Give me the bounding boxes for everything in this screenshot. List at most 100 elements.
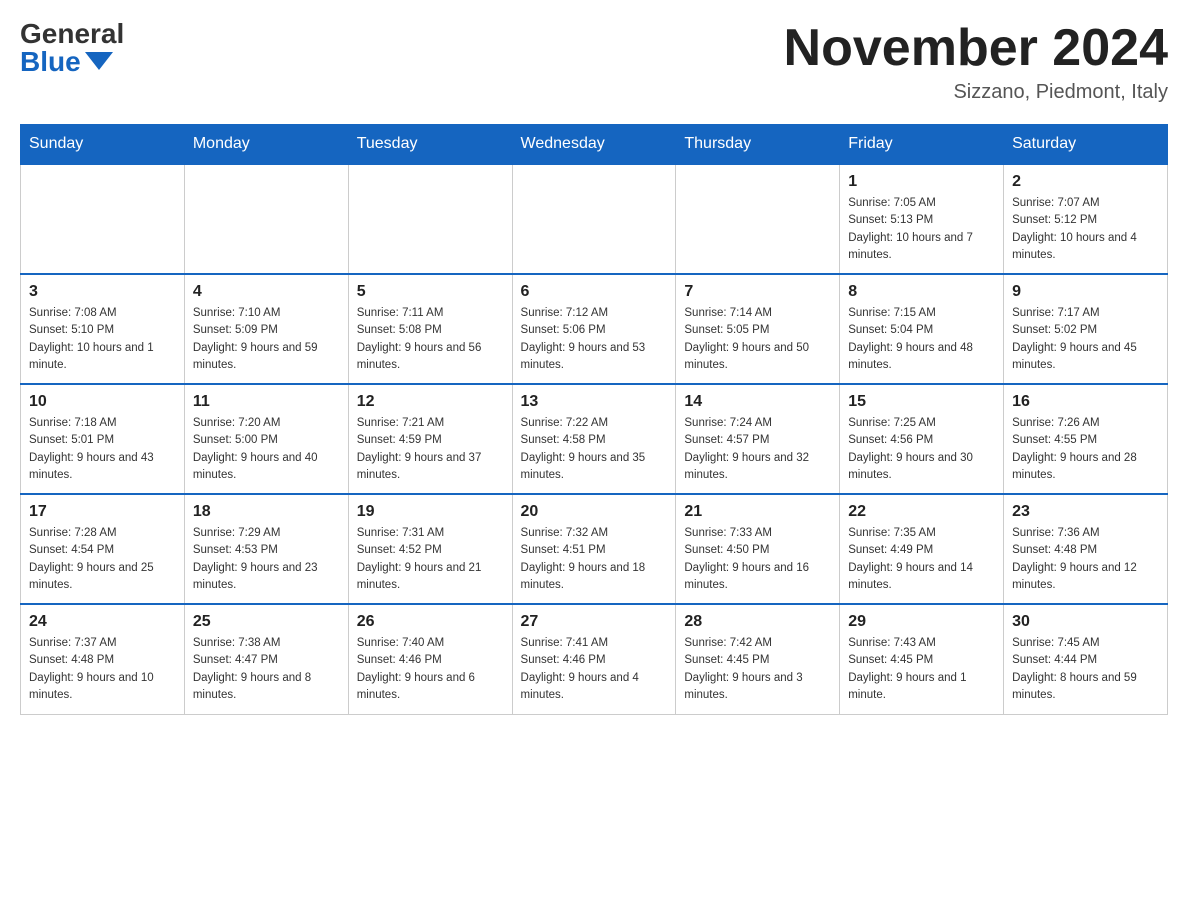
logo-arrow-icon (85, 52, 113, 70)
calendar-week-row: 17Sunrise: 7:28 AMSunset: 4:54 PMDayligh… (21, 494, 1168, 604)
weekday-header-wednesday: Wednesday (512, 125, 676, 165)
day-info: Sunrise: 7:36 AMSunset: 4:48 PMDaylight:… (1012, 525, 1159, 594)
weekday-header-sunday: Sunday (21, 125, 185, 165)
calendar-cell (676, 164, 840, 274)
calendar-cell: 20 Sunrise: 7:32 AMSunset: 4:51 PMDayligh… (512, 494, 676, 604)
calendar-cell: 7 Sunrise: 7:14 AMSunset: 5:05 PMDaylight… (676, 274, 840, 384)
day-number: 7 (684, 283, 831, 301)
day-info: Sunrise: 7:05 AMSunset: 5:13 PMDaylight:… (848, 195, 995, 264)
day-number: 21 (684, 503, 831, 521)
day-number: 30 (1012, 613, 1159, 631)
calendar-cell: 15 Sunrise: 7:25 AMSunset: 4:56 PMDayligh… (840, 384, 1004, 494)
day-number: 1 (848, 173, 995, 191)
weekday-header-saturday: Saturday (1004, 125, 1168, 165)
calendar-cell: 4 Sunrise: 7:10 AMSunset: 5:09 PMDaylight… (184, 274, 348, 384)
month-title: November 2024 (784, 20, 1168, 77)
day-number: 14 (684, 393, 831, 411)
calendar-week-row: 24Sunrise: 7:37 AMSunset: 4:48 PMDayligh… (21, 604, 1168, 714)
day-info: Sunrise: 7:33 AMSunset: 4:50 PMDaylight:… (684, 525, 831, 594)
weekday-header-monday: Monday (184, 125, 348, 165)
logo-blue-text: Blue (20, 48, 113, 76)
day-info: Sunrise: 7:11 AMSunset: 5:08 PMDaylight:… (357, 305, 504, 374)
day-info: Sunrise: 7:17 AMSunset: 5:02 PMDaylight:… (1012, 305, 1159, 374)
calendar-cell: 5Sunrise: 7:11 AMSunset: 5:08 PMDaylight… (348, 274, 512, 384)
calendar-cell: 2 Sunrise: 7:07 AMSunset: 5:12 PMDaylight… (1004, 164, 1168, 274)
calendar-cell: 26 Sunrise: 7:40 AMSunset: 4:46 PMDayligh… (348, 604, 512, 714)
day-number: 27 (521, 613, 668, 631)
calendar-cell: 24Sunrise: 7:37 AMSunset: 4:48 PMDayligh… (21, 604, 185, 714)
day-info: Sunrise: 7:10 AMSunset: 5:09 PMDaylight:… (193, 305, 340, 374)
calendar-cell (348, 164, 512, 274)
day-info: Sunrise: 7:18 AMSunset: 5:01 PMDaylight:… (29, 415, 176, 484)
day-number: 13 (521, 393, 668, 411)
day-number: 16 (1012, 393, 1159, 411)
page-header: General Blue November 2024 Sizzano, Pied… (20, 20, 1168, 104)
day-info: Sunrise: 7:31 AMSunset: 4:52 PMDaylight:… (357, 525, 504, 594)
day-info: Sunrise: 7:45 AMSunset: 4:44 PMDaylight:… (1012, 635, 1159, 704)
day-number: 25 (193, 613, 340, 631)
day-info: Sunrise: 7:29 AMSunset: 4:53 PMDaylight:… (193, 525, 340, 594)
logo: General Blue (20, 20, 124, 76)
day-info: Sunrise: 7:15 AMSunset: 5:04 PMDaylight:… (848, 305, 995, 374)
day-info: Sunrise: 7:42 AMSunset: 4:45 PMDaylight:… (684, 635, 831, 704)
calendar-cell (184, 164, 348, 274)
calendar-cell: 8 Sunrise: 7:15 AMSunset: 5:04 PMDaylight… (840, 274, 1004, 384)
day-number: 20 (521, 503, 668, 521)
day-number: 9 (1012, 283, 1159, 301)
calendar-table: SundayMondayTuesdayWednesdayThursdayFrid… (20, 124, 1168, 715)
day-info: Sunrise: 7:08 AMSunset: 5:10 PMDaylight:… (29, 305, 176, 374)
calendar-header-row: SundayMondayTuesdayWednesdayThursdayFrid… (21, 125, 1168, 165)
day-number: 10 (29, 393, 176, 411)
calendar-cell: 13 Sunrise: 7:22 AMSunset: 4:58 PMDayligh… (512, 384, 676, 494)
day-info: Sunrise: 7:21 AMSunset: 4:59 PMDaylight:… (357, 415, 504, 484)
day-number: 19 (357, 503, 504, 521)
calendar-cell: 19 Sunrise: 7:31 AMSunset: 4:52 PMDayligh… (348, 494, 512, 604)
day-number: 4 (193, 283, 340, 301)
day-info: Sunrise: 7:25 AMSunset: 4:56 PMDaylight:… (848, 415, 995, 484)
calendar-cell: 17Sunrise: 7:28 AMSunset: 4:54 PMDayligh… (21, 494, 185, 604)
day-number: 26 (357, 613, 504, 631)
day-info: Sunrise: 7:40 AMSunset: 4:46 PMDaylight:… (357, 635, 504, 704)
calendar-cell: 16Sunrise: 7:26 AMSunset: 4:55 PMDayligh… (1004, 384, 1168, 494)
weekday-header-friday: Friday (840, 125, 1004, 165)
title-block: November 2024 Sizzano, Piedmont, Italy (784, 20, 1168, 104)
day-info: Sunrise: 7:22 AMSunset: 4:58 PMDaylight:… (521, 415, 668, 484)
day-number: 8 (848, 283, 995, 301)
calendar-cell: 3 Sunrise: 7:08 AMSunset: 5:10 PMDaylight… (21, 274, 185, 384)
calendar-cell: 25 Sunrise: 7:38 AMSunset: 4:47 PMDayligh… (184, 604, 348, 714)
calendar-cell (21, 164, 185, 274)
calendar-week-row: 10 Sunrise: 7:18 AMSunset: 5:01 PMDayligh… (21, 384, 1168, 494)
day-info: Sunrise: 7:14 AMSunset: 5:05 PMDaylight:… (684, 305, 831, 374)
day-info: Sunrise: 7:20 AMSunset: 5:00 PMDaylight:… (193, 415, 340, 484)
day-info: Sunrise: 7:38 AMSunset: 4:47 PMDaylight:… (193, 635, 340, 704)
day-number: 18 (193, 503, 340, 521)
day-number: 22 (848, 503, 995, 521)
day-number: 3 (29, 283, 176, 301)
day-number: 23 (1012, 503, 1159, 521)
day-info: Sunrise: 7:41 AMSunset: 4:46 PMDaylight:… (521, 635, 668, 704)
day-info: Sunrise: 7:12 AMSunset: 5:06 PMDaylight:… (521, 305, 668, 374)
day-info: Sunrise: 7:07 AMSunset: 5:12 PMDaylight:… (1012, 195, 1159, 264)
day-number: 15 (848, 393, 995, 411)
location-subtitle: Sizzano, Piedmont, Italy (784, 81, 1168, 104)
day-number: 29 (848, 613, 995, 631)
calendar-cell: 27 Sunrise: 7:41 AMSunset: 4:46 PMDayligh… (512, 604, 676, 714)
day-number: 24 (29, 613, 176, 631)
day-info: Sunrise: 7:35 AMSunset: 4:49 PMDaylight:… (848, 525, 995, 594)
day-number: 6 (521, 283, 668, 301)
day-number: 11 (193, 393, 340, 411)
calendar-cell: 10 Sunrise: 7:18 AMSunset: 5:01 PMDayligh… (21, 384, 185, 494)
calendar-week-row: 3 Sunrise: 7:08 AMSunset: 5:10 PMDaylight… (21, 274, 1168, 384)
day-info: Sunrise: 7:32 AMSunset: 4:51 PMDaylight:… (521, 525, 668, 594)
calendar-cell: 14 Sunrise: 7:24 AMSunset: 4:57 PMDayligh… (676, 384, 840, 494)
calendar-cell: 9 Sunrise: 7:17 AMSunset: 5:02 PMDaylight… (1004, 274, 1168, 384)
calendar-cell: 30 Sunrise: 7:45 AMSunset: 4:44 PMDayligh… (1004, 604, 1168, 714)
logo-general-text: General (20, 20, 124, 48)
calendar-cell: 23 Sunrise: 7:36 AMSunset: 4:48 PMDayligh… (1004, 494, 1168, 604)
day-number: 2 (1012, 173, 1159, 191)
calendar-cell: 18 Sunrise: 7:29 AMSunset: 4:53 PMDayligh… (184, 494, 348, 604)
day-number: 17 (29, 503, 176, 521)
weekday-header-tuesday: Tuesday (348, 125, 512, 165)
day-info: Sunrise: 7:24 AMSunset: 4:57 PMDaylight:… (684, 415, 831, 484)
calendar-cell: 1 Sunrise: 7:05 AMSunset: 5:13 PMDaylight… (840, 164, 1004, 274)
